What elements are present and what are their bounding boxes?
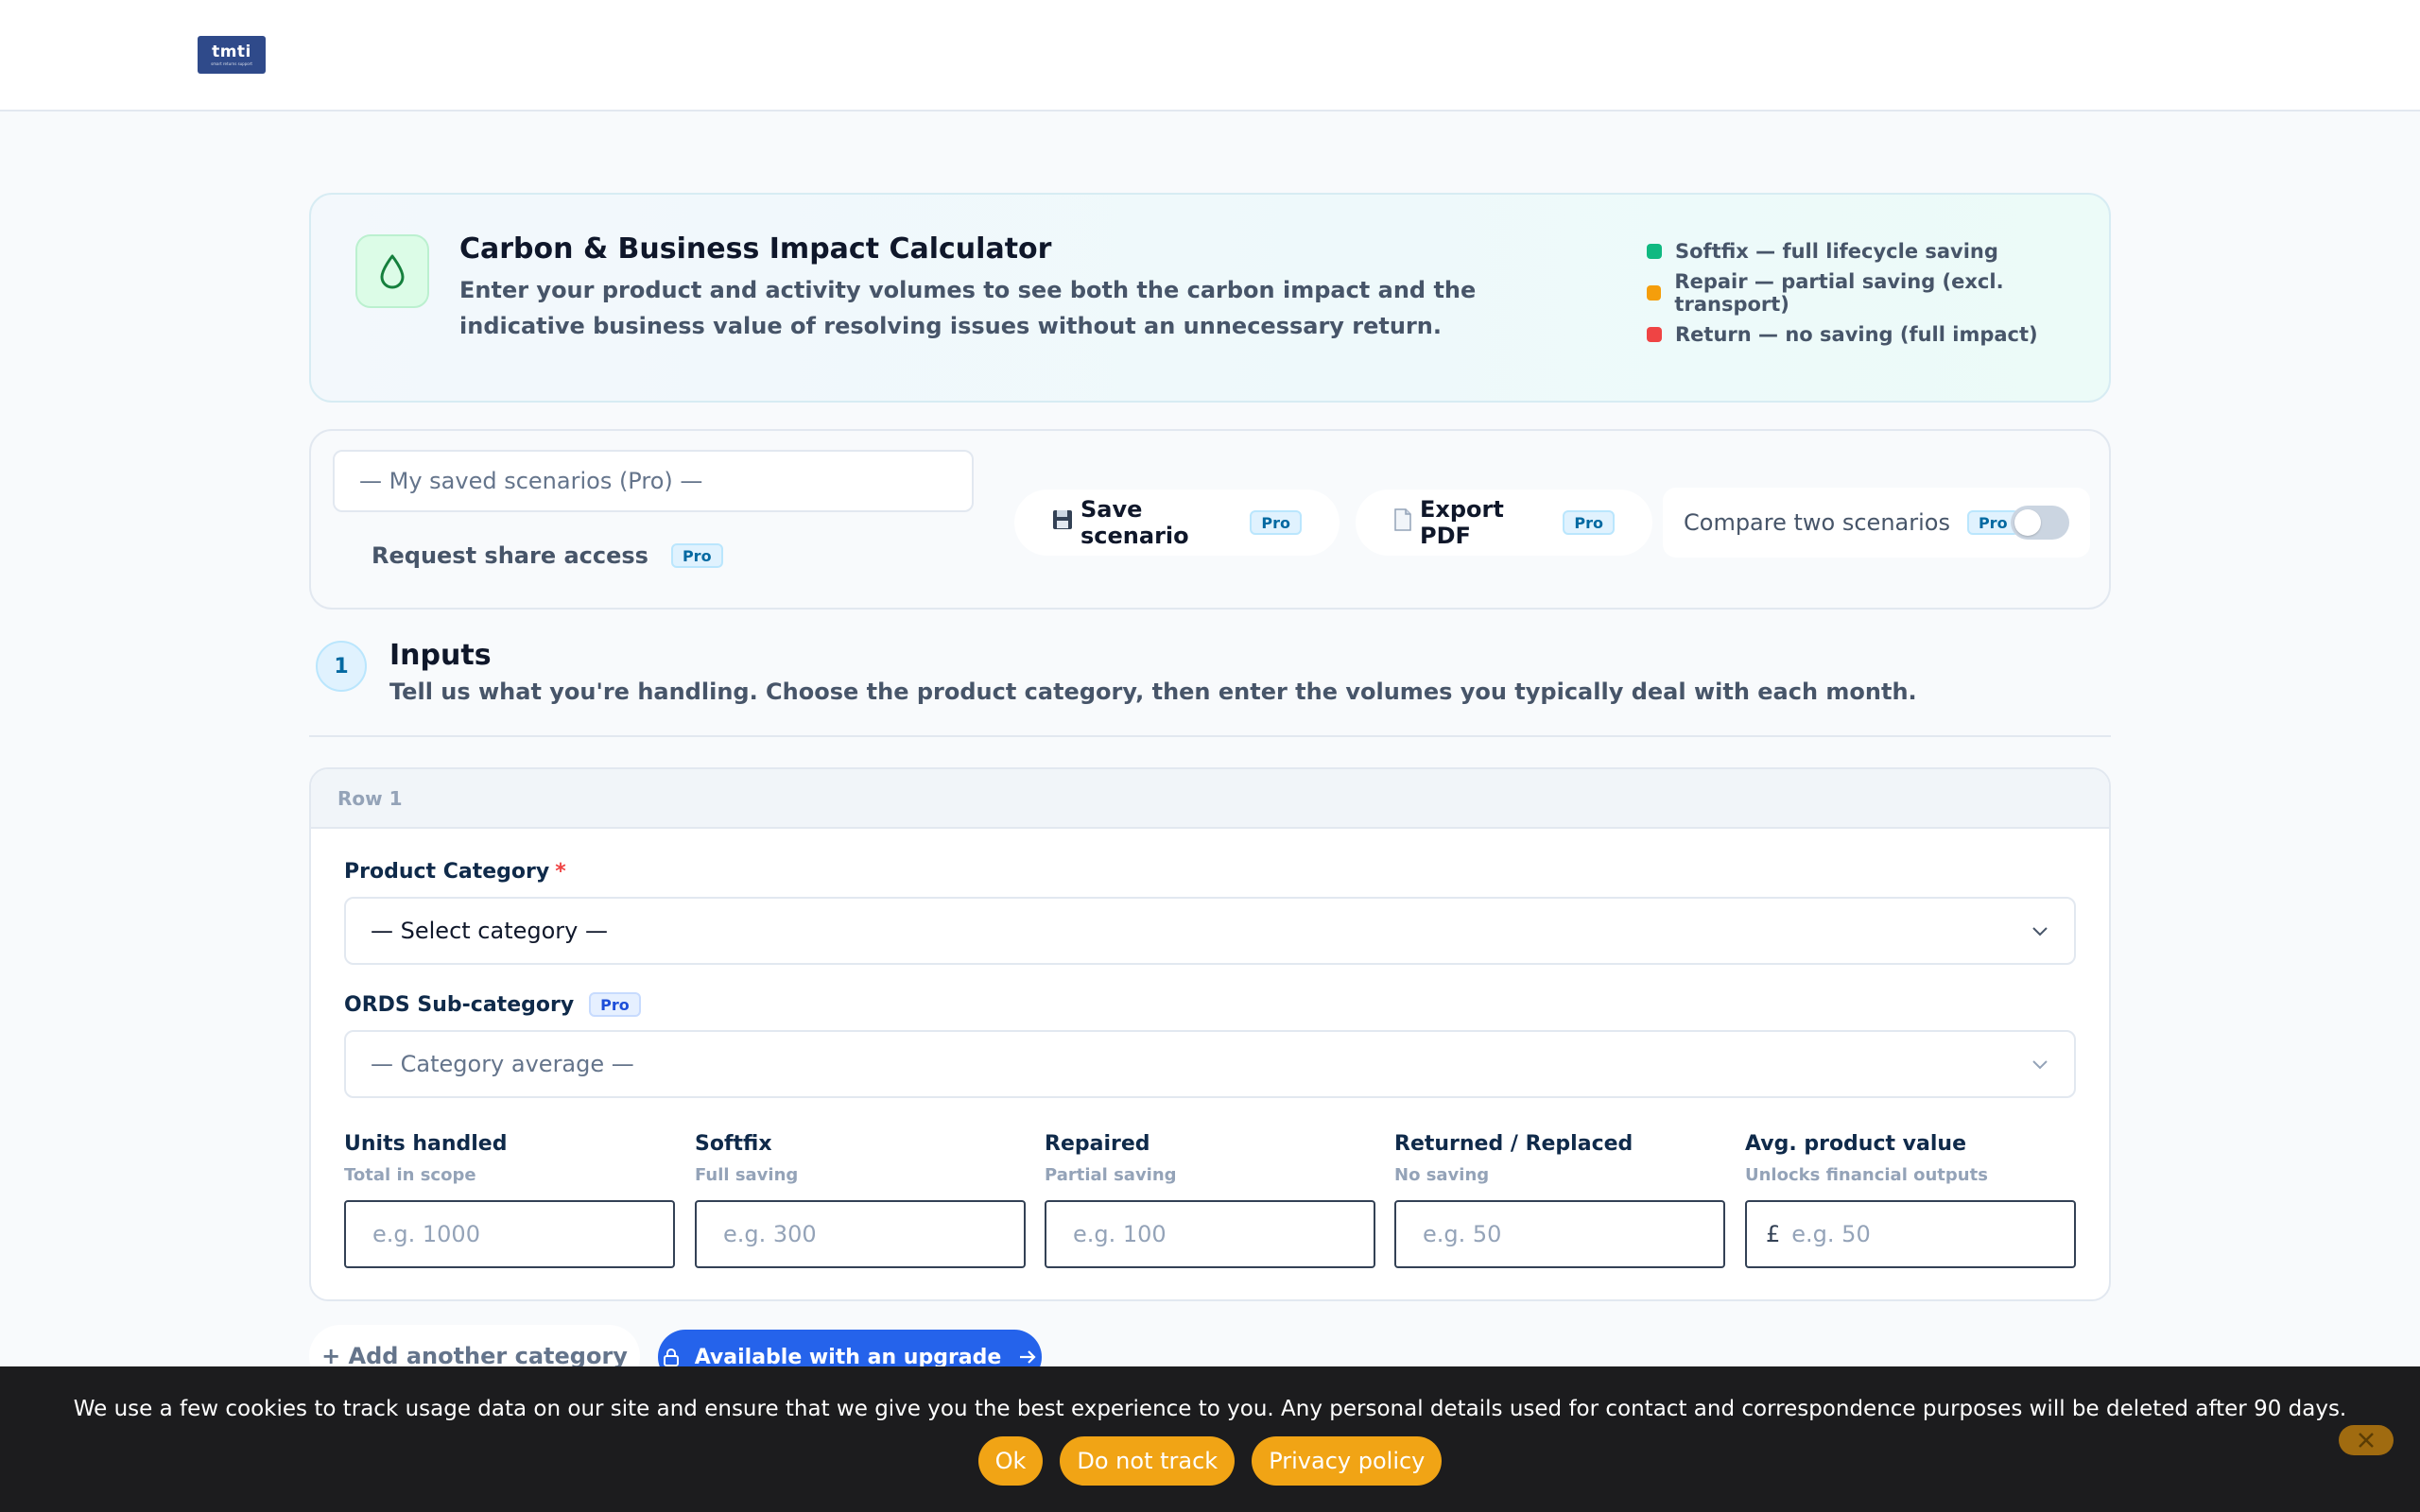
- avg-product-value-field: Avg. product value Unlocks financial out…: [1745, 1132, 2076, 1268]
- pro-badge: Pro: [670, 543, 723, 568]
- legend-item-return: Return — no saving (full impact): [1647, 314, 2109, 355]
- input-row-card: Row 1 Product Category * — Select catego…: [309, 767, 2111, 1301]
- add-category-label: + Add another category: [321, 1343, 628, 1369]
- calculator-hero: Carbon & Business Impact Calculator Ente…: [309, 193, 2111, 403]
- lock-icon: [663, 1348, 680, 1366]
- floppy-disk-icon: [1052, 509, 1073, 536]
- droplet-icon: [355, 234, 429, 308]
- cookie-message: We use a few cookies to track usage data…: [73, 1397, 2347, 1421]
- field-hint: Full saving: [695, 1165, 799, 1185]
- share-label: Request share access: [372, 542, 648, 569]
- returned-replaced-input[interactable]: e.g. 50: [1394, 1200, 1725, 1268]
- avg-product-value-input[interactable]: £ e.g. 50: [1745, 1200, 2076, 1268]
- input-placeholder: e.g. 1000: [372, 1221, 480, 1247]
- legend-label: Softfix — full lifecycle saving: [1675, 240, 1998, 263]
- cookie-banner: We use a few cookies to track usage data…: [0, 1366, 2420, 1512]
- privacy-policy-button[interactable]: Privacy policy: [1252, 1436, 1443, 1486]
- saving-legend: Softfix — full lifecycle saving Repair —…: [1647, 231, 2109, 355]
- chevron-down-icon: [2029, 919, 2051, 948]
- save-scenario-button[interactable]: Save scenario Pro: [1014, 490, 1340, 556]
- field-label: Units handled: [344, 1132, 508, 1156]
- toggle-knob: [2014, 509, 2041, 536]
- export-pdf-button[interactable]: Export PDF Pro: [1356, 490, 1652, 556]
- section-divider: [309, 735, 2111, 737]
- required-marker: *: [555, 860, 566, 884]
- company-logo[interactable]: tmti smart returns support: [198, 36, 266, 74]
- compare-toggle[interactable]: [2011, 506, 2069, 540]
- saved-scenarios-placeholder: — My saved scenarios (Pro) —: [359, 468, 703, 494]
- logo-text: tmti: [212, 42, 251, 61]
- logo-tagline: smart returns support: [211, 60, 252, 66]
- cookie-actions: Ok Do not track Privacy policy: [0, 1436, 2420, 1486]
- step-number-badge: 1: [316, 641, 367, 692]
- field-hint: No saving: [1394, 1165, 1490, 1185]
- chevron-down-icon: [2029, 1053, 2051, 1081]
- saved-scenarios-select[interactable]: — My saved scenarios (Pro) —: [333, 450, 974, 512]
- page-title: Carbon & Business Impact Calculator: [459, 232, 1052, 266]
- currency-symbol: £: [1766, 1221, 1781, 1247]
- input-placeholder: e.g. 100: [1073, 1221, 1167, 1247]
- red-dot-icon: [1647, 327, 1662, 342]
- cookie-ok-button[interactable]: Ok: [977, 1436, 1044, 1486]
- export-label: Export PDF: [1420, 496, 1504, 549]
- close-icon[interactable]: [2339, 1425, 2394, 1455]
- document-icon: [1393, 508, 1412, 537]
- legend-item-softfix: Softfix — full lifecycle saving: [1647, 231, 2109, 272]
- units-handled-input[interactable]: e.g. 1000: [344, 1200, 675, 1268]
- scenario-toolbar: — My saved scenarios (Pro) — Request sha…: [309, 429, 2111, 610]
- field-label: Returned / Replaced: [1394, 1132, 1634, 1156]
- repaired-input[interactable]: e.g. 100: [1045, 1200, 1375, 1268]
- pro-badge: Pro: [1250, 510, 1302, 535]
- repaired-field: Repaired Partial saving e.g. 100: [1045, 1132, 1375, 1268]
- units-handled-field: Units handled Total in scope e.g. 1000: [344, 1132, 675, 1268]
- arrow-right-icon: [1018, 1349, 1037, 1366]
- upgrade-label: Available with an upgrade: [694, 1345, 1002, 1369]
- ords-subcategory-label: ORDS Sub-category Pro: [344, 992, 641, 1017]
- category-label-text: Product Category: [344, 860, 550, 884]
- pro-badge: Pro: [1563, 510, 1615, 535]
- page-description: Enter your product and activity volumes …: [459, 277, 1477, 339]
- returned-replaced-field: Returned / Replaced No saving e.g. 50: [1394, 1132, 1725, 1268]
- softfix-field: Softfix Full saving e.g. 300: [695, 1132, 1026, 1268]
- section-title: Inputs: [389, 639, 492, 672]
- input-placeholder: e.g. 50: [1791, 1221, 1871, 1247]
- legend-item-repair: Repair — partial saving (excl. transport…: [1647, 270, 2109, 316]
- field-hint: Unlocks financial outputs: [1745, 1165, 1988, 1185]
- do-not-track-button[interactable]: Do not track: [1060, 1436, 1236, 1486]
- input-placeholder: e.g. 300: [723, 1221, 817, 1247]
- product-category-select[interactable]: — Select category —: [344, 897, 2076, 965]
- field-label: Repaired: [1045, 1132, 1150, 1156]
- compare-label: Compare two scenarios: [1684, 509, 1950, 536]
- subcategory-label-text: ORDS Sub-category: [344, 992, 575, 1017]
- field-hint: Partial saving: [1045, 1165, 1177, 1185]
- request-share-access-link[interactable]: Request share access Pro: [372, 542, 723, 569]
- top-bar: tmti smart returns support: [0, 0, 2420, 112]
- amber-dot-icon: [1647, 285, 1662, 301]
- pro-badge: Pro: [589, 992, 641, 1017]
- row-header: Row 1: [311, 769, 2109, 829]
- field-label: Softfix: [695, 1132, 772, 1156]
- input-placeholder: e.g. 50: [1423, 1221, 1502, 1247]
- softfix-input[interactable]: e.g. 300: [695, 1200, 1026, 1268]
- subcategory-selected-value: — Category average —: [371, 1051, 634, 1077]
- section-subtitle: Tell us what you're handling. Choose the…: [389, 679, 1917, 705]
- field-hint: Total in scope: [344, 1165, 476, 1185]
- save-label: Save scenario: [1080, 496, 1189, 549]
- ords-subcategory-select[interactable]: — Category average —: [344, 1030, 2076, 1098]
- field-label: Avg. product value: [1745, 1132, 1966, 1156]
- legend-label: Return — no saving (full impact): [1675, 323, 2038, 346]
- green-dot-icon: [1647, 244, 1662, 259]
- category-selected-value: — Select category —: [371, 918, 608, 944]
- compare-scenarios-control: Compare two scenarios Pro: [1663, 488, 2090, 558]
- legend-label: Repair — partial saving (excl. transport…: [1674, 270, 2004, 316]
- product-category-label: Product Category *: [344, 860, 566, 884]
